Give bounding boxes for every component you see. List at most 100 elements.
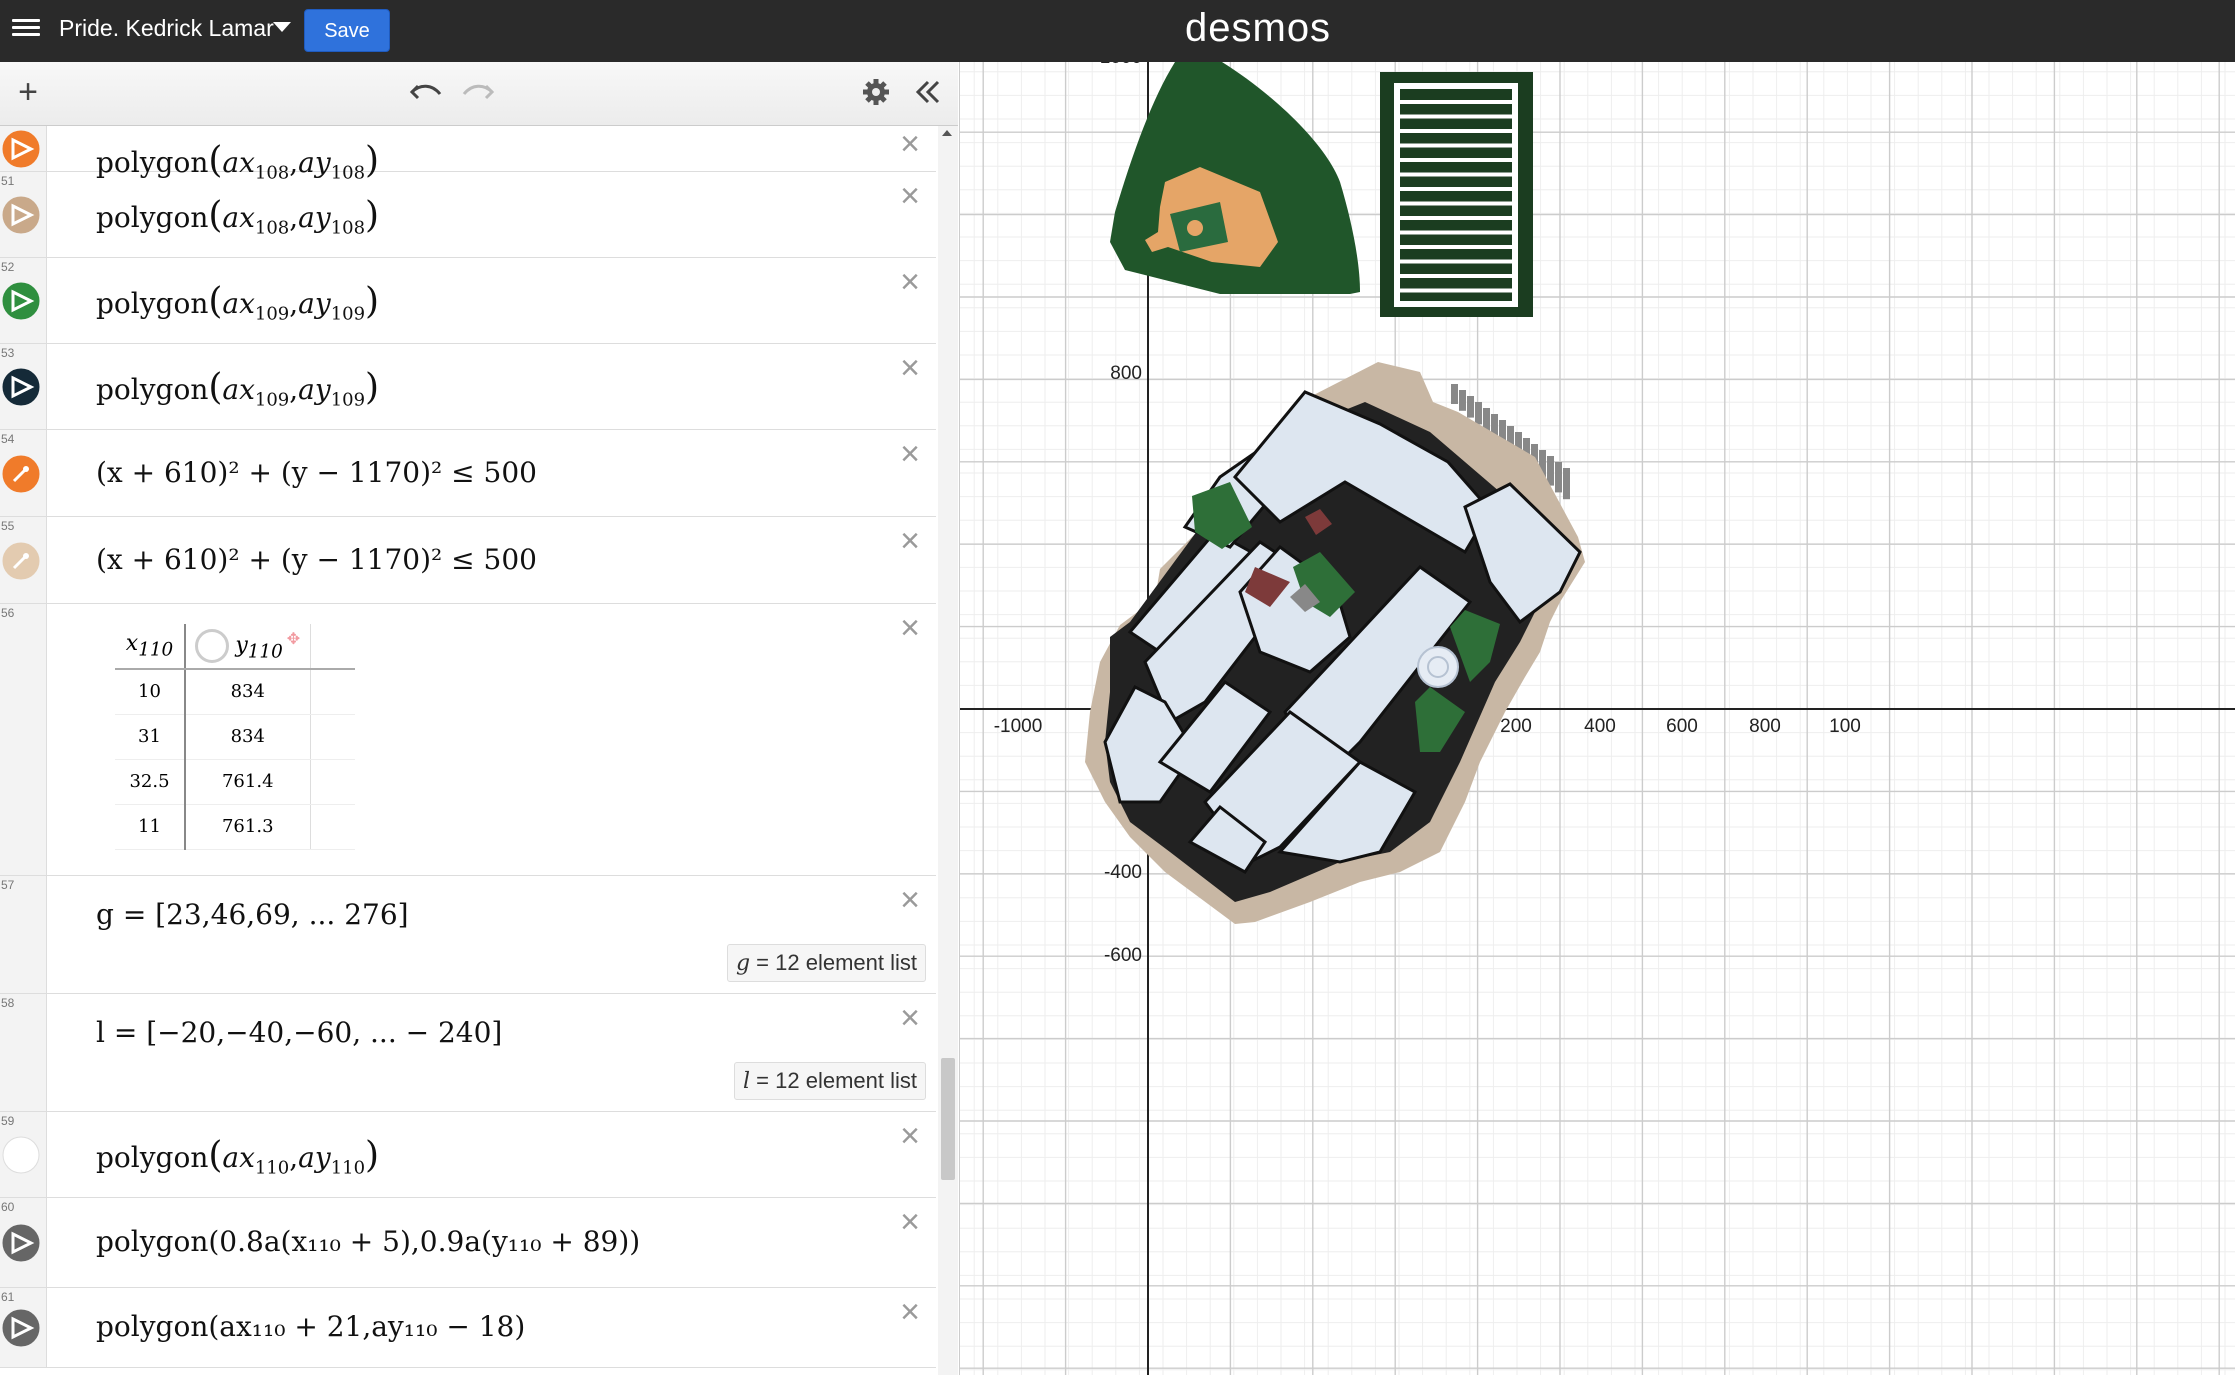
graph-canvas[interactable]: -10002004006008001001600800-200-400-600 — [735, 47, 2235, 1375]
expression-row[interactable]: × polygon(ax108,ay108) — [0, 126, 936, 184]
subscript-b: 109 — [330, 389, 366, 411]
table-cell[interactable]: 761.3 — [185, 804, 311, 850]
table-cell[interactable]: 761.4 — [185, 759, 311, 805]
delete-expression-icon[interactable]: × — [896, 265, 924, 299]
expression-math[interactable]: (x + 610)² + (y − 1170)² ≤ 500 — [96, 543, 537, 576]
redo-icon[interactable] — [458, 72, 498, 112]
color-swatch-icon[interactable] — [2, 368, 40, 406]
expression-row[interactable]: 55 × (x + 610)² + (y − 1170)² ≤ 500 — [0, 517, 936, 604]
expression-row[interactable]: 53 × polygon(ax109,ay109) — [0, 344, 936, 430]
undo-icon[interactable] — [406, 72, 446, 112]
scroll-up-arrow[interactable] — [942, 130, 952, 136]
color-swatch-icon[interactable] — [2, 1224, 40, 1262]
table-header[interactable]: x110 — [115, 624, 186, 670]
delete-expression-icon[interactable]: × — [896, 1001, 924, 1035]
table-cell[interactable]: 31 — [115, 714, 186, 760]
evaluation-variable: g — [735, 951, 751, 976]
data-table[interactable]: x110 y110✥ 10 834 31 834 32.5 761.4 11 761.3 — [115, 624, 355, 850]
color-swatch-icon[interactable] — [2, 196, 40, 234]
expression-row[interactable]: 54 × (x + 610)² + (y − 1170)² ≤ 500 — [0, 430, 936, 517]
delete-expression-icon[interactable]: × — [896, 351, 924, 385]
table-cell[interactable]: 11 — [115, 804, 186, 850]
subscript-a: 109 — [254, 303, 290, 325]
subscript-b: 108 — [330, 217, 366, 239]
var-b: ay — [298, 287, 331, 320]
expression-math[interactable]: l = [−20,−40,−60, ... − 240] — [96, 1016, 502, 1049]
table-cell[interactable]: 32.5 — [115, 759, 186, 805]
expression-math[interactable]: g = [23,46,69, ... 276] — [96, 898, 409, 931]
expression-math[interactable]: polygon(ax108,ay108) — [96, 195, 379, 239]
column-color-icon[interactable] — [195, 629, 230, 663]
expression-row[interactable]: 51 × polygon(ax108,ay108) — [0, 172, 936, 258]
expression-number: 56 — [1, 606, 15, 620]
evaluation-text: 12 element list — [775, 950, 917, 975]
y-tick-label: -600 — [1104, 945, 1142, 966]
function-name: polygon — [96, 287, 209, 320]
gear-icon[interactable] — [856, 72, 896, 112]
delete-expression-icon[interactable]: × — [896, 437, 924, 471]
chevron-down-icon[interactable] — [273, 22, 291, 32]
expression-math[interactable]: polygon(ax110,ay110) — [96, 1135, 379, 1179]
color-swatch-icon[interactable] — [2, 455, 40, 493]
delete-expression-icon[interactable]: × — [896, 524, 924, 558]
y-tick-label: -400 — [1104, 862, 1142, 883]
x-tick-label: 600 — [1666, 716, 1698, 737]
expression-math[interactable]: polygon(ax109,ay109) — [96, 367, 379, 411]
graph-title[interactable]: Pride. Kedrick Lamar — [59, 15, 274, 42]
color-swatch-icon[interactable] — [2, 542, 40, 580]
delete-expression-icon[interactable]: × — [896, 883, 924, 917]
var-b: ay — [298, 201, 331, 234]
color-swatch-icon[interactable] — [2, 130, 40, 168]
delete-expression-icon[interactable]: × — [896, 179, 924, 213]
delete-expression-icon[interactable]: × — [896, 1119, 924, 1153]
expression-row[interactable]: 61 × polygon(ax₁₁₀ + 21,ay₁₁₀ − 18) — [0, 1288, 936, 1368]
expression-row[interactable]: 56 × x110 y110✥ 10 834 31 834 32.5 761.4 11 761.3 — [0, 604, 936, 876]
expression-math[interactable]: polygon(ax₁₁₀ + 21,ay₁₁₀ − 18) — [96, 1310, 525, 1343]
menu-icon[interactable] — [12, 16, 40, 44]
move-column-icon[interactable]: ✥ — [287, 629, 300, 648]
color-swatch-icon[interactable] — [2, 282, 40, 320]
expression-row[interactable]: 60 × polygon(0.8a(x₁₁₀ + 5),0.9a(y₁₁₀ + 89… — [0, 1198, 936, 1288]
expression-row[interactable]: 52 × polygon(ax109,ay109) — [0, 258, 936, 344]
delete-expression-icon[interactable]: × — [896, 1295, 924, 1329]
expression-row[interactable]: 58 × l = [−20,−40,−60, ... − 240] l = 12 el… — [0, 994, 936, 1112]
subscript-b: 110 — [330, 1157, 366, 1179]
expression-panel: + × polygon(ax108,ay108) 51 × polygon(ax108,… — [0, 62, 960, 1375]
table-cell[interactable]: 834 — [185, 669, 311, 715]
equals-sign: = — [750, 950, 776, 975]
x-tick-label: -1000 — [994, 716, 1043, 737]
color-swatch-icon[interactable] — [2, 1309, 40, 1347]
delete-expression-icon[interactable]: × — [896, 611, 924, 645]
collapse-panel-icon[interactable] — [908, 72, 948, 112]
table-cell-empty[interactable] — [310, 804, 355, 850]
x-tick-label: 400 — [1584, 716, 1616, 737]
table-header-empty[interactable] — [310, 624, 355, 670]
delete-expression-icon[interactable]: × — [896, 127, 924, 161]
bleacher-step — [1459, 390, 1466, 411]
expression-row[interactable]: 59 × polygon(ax110,ay110) — [0, 1112, 936, 1198]
color-swatch-icon[interactable] — [2, 1136, 40, 1174]
table-cell-empty[interactable] — [310, 759, 355, 805]
expression-gutter: 52 — [0, 258, 47, 343]
add-expression-icon[interactable]: + — [8, 72, 48, 112]
expression-number: 58 — [1, 996, 15, 1010]
table-cell-empty[interactable] — [310, 669, 355, 715]
scrollbar[interactable] — [938, 126, 958, 1375]
expression-math[interactable]: polygon(ax109,ay109) — [96, 281, 379, 325]
bleacher-step — [1555, 462, 1562, 493]
paren-close: ) — [365, 1135, 380, 1176]
bleacher-step — [1563, 468, 1570, 500]
table-cell-empty[interactable] — [310, 714, 355, 760]
save-button[interactable]: Save — [304, 9, 390, 52]
expression-math[interactable]: (x + 610)² + (y − 1170)² ≤ 500 — [96, 456, 537, 489]
table-row: 32.5 761.4 — [115, 759, 355, 805]
expression-row[interactable]: 57 × g = [23,46,69, ... 276] g = 12 element… — [0, 876, 936, 994]
football-field — [1380, 72, 1533, 317]
pitchers-mound — [1187, 220, 1203, 236]
scroll-thumb[interactable] — [941, 1058, 955, 1180]
table-header[interactable]: y110✥ — [185, 624, 311, 670]
table-cell[interactable]: 10 — [115, 669, 186, 715]
table-cell[interactable]: 834 — [185, 714, 311, 760]
expression-math[interactable]: polygon(0.8a(x₁₁₀ + 5),0.9a(y₁₁₀ + 89)) — [96, 1225, 640, 1258]
delete-expression-icon[interactable]: × — [896, 1205, 924, 1239]
